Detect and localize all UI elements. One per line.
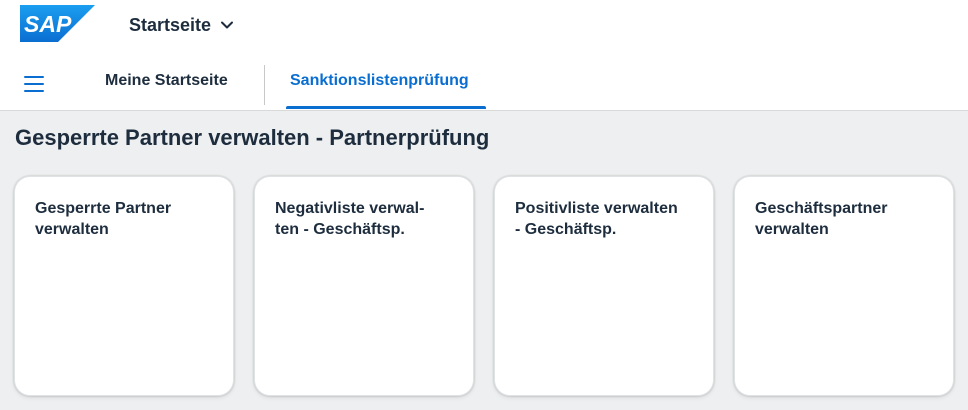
tile-title: Geschäftspartner verwalten [755,198,935,240]
tab-bar: Meine Startseite Sanktionslistenprüfung [0,52,968,111]
tile-title: Gesperrte Partner verwalten [35,198,215,240]
hamburger-menu-icon[interactable] [20,72,48,96]
tile-positivliste-verwalten[interactable]: Positivliste verwalten - Geschäftsp. [494,176,714,396]
active-tab-indicator [286,106,486,109]
logo-text: SAP [24,11,72,37]
tile-title-line: Positivliste verwalten [515,200,678,217]
shell-bar: SAP Startseite [0,0,968,52]
section-title: Gesperrte Partner verwalten - Partnerprü… [15,125,490,150]
tile-title-line: Geschäftspartner [755,200,888,217]
tile-title-line: verwalten [35,221,109,238]
tile-gesperrte-partner-verwalten[interactable]: Gesperrte Partner verwalten [14,176,234,396]
tile-geschaeftspartner-verwalten[interactable]: Geschäftspartner verwalten [734,176,954,396]
tile-title: Positivliste verwalten - Geschäftsp. [515,198,695,240]
tile-title-line: Negativliste verwal- [275,200,425,217]
tab-sanktionslistenpruefung[interactable]: Sanktionslistenprüfung [290,72,469,110]
tile-title-line: - Geschäftsp. [515,221,617,238]
chevron-down-icon [221,21,234,29]
tab-meine-startseite[interactable]: Meine Startseite [105,72,228,110]
tab-separator [264,65,265,105]
tile-title-line: verwalten [755,221,829,238]
tile-negativliste-verwalten[interactable]: Negativliste verwal- ten - Geschäftsp. [254,176,474,396]
app-title: Startseite [129,14,212,35]
sap-logo[interactable]: SAP [20,5,95,42]
tile-title: Negativliste verwal- ten - Geschäftsp. [275,198,455,240]
app-title-menu[interactable]: Startseite [129,12,234,38]
tile-title-line: Gesperrte Partner [35,200,172,217]
tile-title-line: ten - Geschäftsp. [275,221,405,238]
